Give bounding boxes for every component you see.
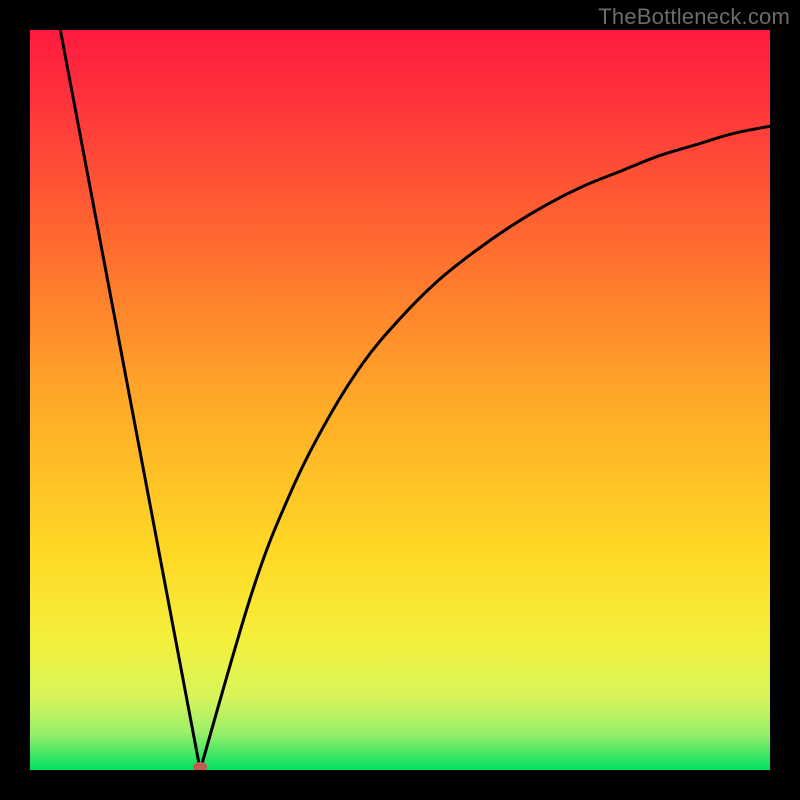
attribution-text: TheBottleneck.com	[598, 4, 790, 30]
bottleneck-chart	[30, 30, 770, 770]
chart-container: TheBottleneck.com	[0, 0, 800, 800]
gradient-background	[30, 30, 770, 770]
